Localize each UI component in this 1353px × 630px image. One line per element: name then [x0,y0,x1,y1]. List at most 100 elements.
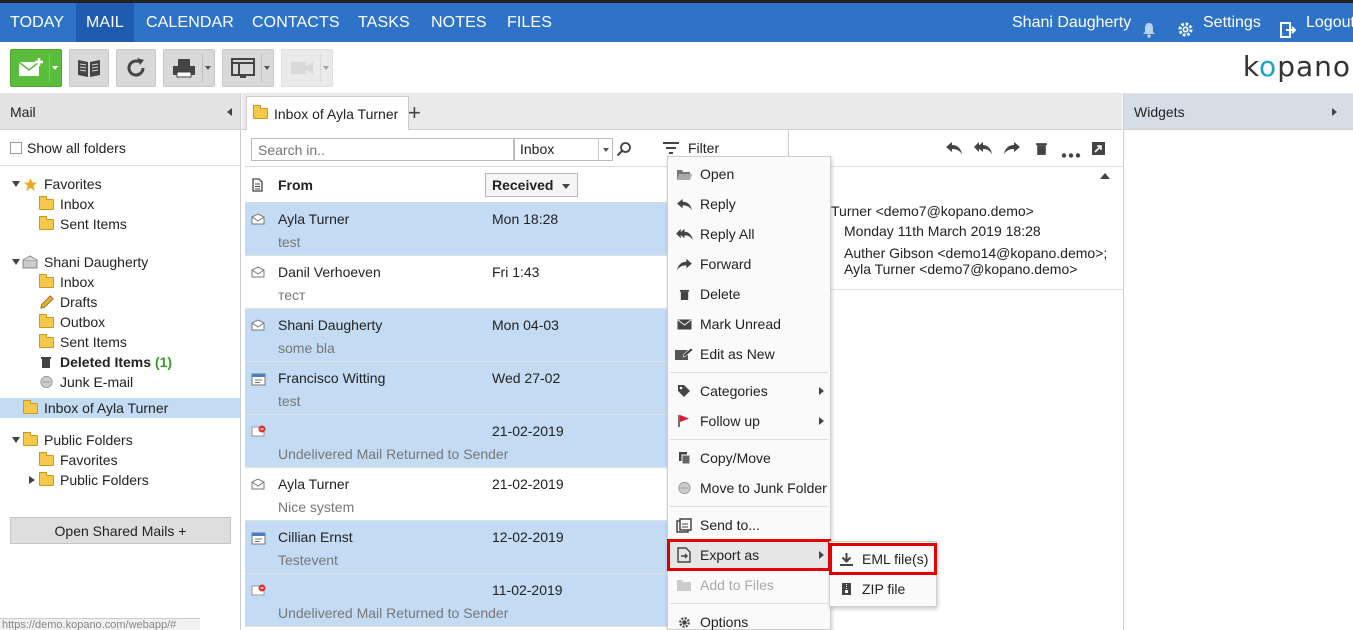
search-input[interactable] [251,138,514,161]
tree-fav-inbox[interactable]: Inbox [0,194,240,214]
mail-to-2[interactable]: Ayla Turner <demo7@kopano.demo> [844,261,1077,277]
menu-move-junk[interactable]: Move to Junk Folder [668,473,830,503]
menu-options[interactable]: Options [668,607,830,630]
menu-copy-move[interactable]: Copy/Move [668,443,830,473]
expand-icon[interactable] [12,437,20,443]
reply-icon[interactable] [945,141,963,158]
folder-tree: Favorites Inbox Sent Items Shani Daugher… [0,166,240,490]
menu-add-to-files[interactable]: Add to Files [668,570,830,600]
nav-contacts[interactable]: CONTACTS [242,3,350,42]
forward-icon[interactable] [1003,141,1021,158]
row-subject: тест [278,287,306,303]
settings-link[interactable]: Settings [1203,3,1261,42]
inbox-folder-icon [38,195,54,211]
forward-icon [668,258,700,271]
tree-favorites[interactable]: Favorites [0,174,240,194]
mail-from[interactable]: Turner <demo7@kopano.demo> [831,203,1034,219]
menu-mark-unread[interactable]: Mark Unread [668,309,830,339]
widgets-panel: Widgets [1123,94,1353,630]
tree-mailbox[interactable]: Shani Daugherty [0,252,240,272]
expand-icon[interactable] [12,181,20,187]
layout-icon [231,58,255,78]
junk-icon [668,481,700,495]
row-sender: Francisco Witting [278,370,386,386]
filter-label[interactable]: Filter [688,140,719,156]
export-icon [668,547,700,563]
tree-shared-inbox[interactable]: Inbox of Ayla Turner [0,398,240,418]
refresh-button[interactable] [116,49,156,87]
refresh-icon [127,58,145,77]
submenu-eml[interactable]: EML file(s) [829,543,937,575]
collapse-header-icon[interactable] [1100,173,1110,179]
flag-icon [668,414,700,428]
menu-open[interactable]: Open [668,159,830,189]
column-from[interactable]: From [278,177,313,193]
tree-public-favorites[interactable]: Favorites [0,450,240,470]
tree-public-folders[interactable]: Public Folders [0,470,240,490]
menu-send-to[interactable]: Send to... [668,510,830,540]
gear-icon [668,616,700,629]
folder-icon [38,471,54,487]
menu-reply[interactable]: Reply [668,189,830,219]
envelope-icon [668,319,700,330]
menu-edit-as-new[interactable]: Edit as New [668,339,830,369]
nav-tasks[interactable]: TASKS [348,3,420,42]
show-all-checkbox[interactable] [10,141,22,154]
inbox-folder-icon [253,105,268,119]
inbox-folder-icon [38,273,54,289]
bell-icon[interactable] [1142,14,1156,38]
tab-inbox-ayla[interactable]: Inbox of Ayla Turner [246,96,410,130]
nav-today[interactable]: TODAY [0,3,74,42]
reply-all-icon[interactable] [973,141,993,158]
gear-icon[interactable] [1177,14,1194,37]
nav-notes[interactable]: NOTES [421,3,497,42]
kopano-logo: kopano [1242,50,1351,83]
expand-icon[interactable] [29,476,35,484]
folder-panel: Mail Show all folders Favorites Inbox Se… [0,94,241,630]
tree-fav-sent[interactable]: Sent Items [0,214,240,234]
more-icon[interactable] [1061,146,1081,161]
address-book-button[interactable] [69,49,109,87]
menu-export-as[interactable]: Export as [667,539,831,571]
tree-inbox[interactable]: Inbox [0,272,240,292]
nav-calendar[interactable]: CALENDAR [136,3,244,42]
show-all-folders[interactable]: Show all folders [0,130,240,166]
tree-drafts[interactable]: Drafts [0,292,240,312]
tree-outbox[interactable]: Outbox [0,312,240,332]
column-received[interactable]: Received [485,173,579,197]
menu-delete[interactable]: Delete [668,279,830,309]
search-icon[interactable] [616,141,632,160]
menu-forward[interactable]: Forward [668,249,830,279]
add-tab-icon[interactable]: + [408,100,421,126]
tree-public[interactable]: Public Folders [0,430,240,450]
search-scope-select[interactable]: Inbox [514,138,613,161]
menu-categories[interactable]: Categories [668,376,830,406]
menu-reply-all[interactable]: Reply All [668,219,830,249]
user-name[interactable]: Shani Daugherty [1012,3,1131,42]
nav-files[interactable]: FILES [497,3,562,42]
read-mail-icon [251,266,265,278]
trash-icon[interactable] [1035,141,1048,159]
submenu-zip[interactable]: ZIP file [830,574,936,604]
tree-sent[interactable]: Sent Items [0,332,240,352]
new-mail-button[interactable] [10,49,62,87]
row-subject: Undelivered Mail Returned to Sender [278,605,509,621]
view-button[interactable] [222,49,274,87]
popout-icon[interactable] [1091,141,1106,159]
tree-junk[interactable]: Junk E-mail [0,372,240,392]
expand-icon[interactable] [12,259,20,265]
video-call-button[interactable] [281,49,333,87]
logout-link[interactable]: Logout [1306,3,1353,42]
nav-mail[interactable]: MAIL [76,3,134,42]
open-shared-mails-button[interactable]: Open Shared Mails + [10,517,231,544]
collapse-left-icon[interactable] [227,108,232,116]
send-to-icon [668,517,700,533]
logout-icon[interactable] [1280,14,1297,38]
mail-to-1[interactable]: Auther Gibson <demo14@kopano.demo>; [844,245,1107,261]
tree-deleted[interactable]: Deleted Items (1) [0,352,240,372]
collapse-right-icon[interactable] [1332,108,1337,116]
menu-follow-up[interactable]: Follow up [668,406,830,436]
favorites-folder-icon [38,451,54,467]
print-button[interactable] [163,49,215,87]
deleted-count: (1) [154,354,173,370]
